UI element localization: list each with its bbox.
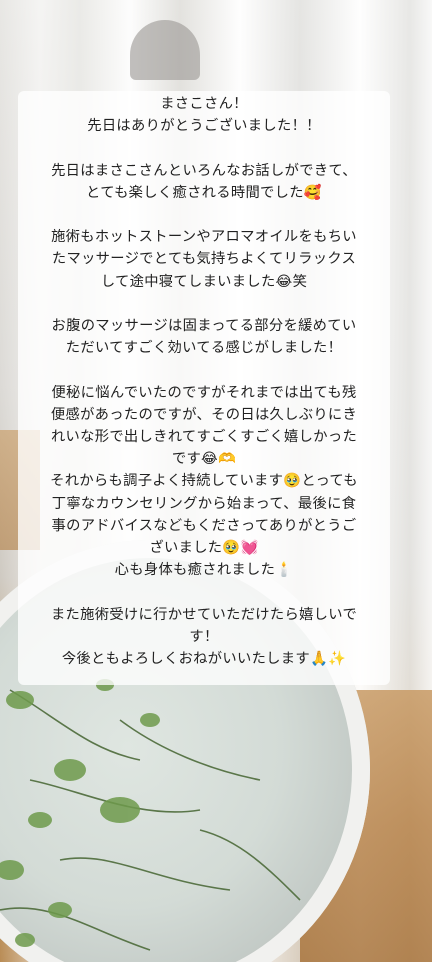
message-line: [24, 581, 384, 603]
message-line: です😂🫶: [171, 451, 237, 468]
message-line: 先日はありがとうございました！！: [87, 118, 321, 135]
message-line: ただいてすごく効いてる感じがしました！: [65, 340, 343, 357]
message-text: まさこさん！ 先日はありがとうございました！！ 先日はまさこさんといろんなお話し…: [18, 93, 390, 670]
message-line: 心も身体も癒されました🕯️: [114, 562, 294, 579]
message-line: 丁寧なカウンセリングから始まって、最後に食: [51, 495, 357, 512]
message-line: たマッサージでとても気持ちよくてリラックス: [51, 251, 357, 268]
message-line: 便感があったのですが、その日は久しぶりにき: [50, 406, 358, 423]
message-line: 今後ともよろしくおねがいいたします🙏✨: [61, 651, 347, 667]
message-line: とても楽しく癒される時間でした🥰: [86, 184, 322, 201]
message-line: す！: [189, 628, 219, 645]
message-line: [24, 137, 384, 159]
message-line: れいな形で出しきれてすごくすごく嬉しかった: [50, 428, 358, 445]
message-line: [24, 204, 384, 226]
message-line: また施術受けに行かせていただけたら嬉しいで: [50, 606, 358, 623]
herbs-in-water: [0, 679, 301, 951]
message-line: お腹のマッサージは固まってる部分を緩めてい: [51, 317, 357, 334]
message-line: して途中寝てしまいました😂笑: [100, 273, 308, 290]
message-line: [24, 293, 384, 315]
message-line: 施術もホットストーンやアロマオイルをもちい: [51, 229, 357, 246]
message-line: 先日はまさこさんといろんなお話しができて、: [51, 162, 357, 179]
message-line: 便秘に悩んでいたのですがそれまでは出ても残: [51, 384, 357, 401]
message-line: 事のアドバイスなどもくださってありがとうご: [51, 517, 357, 534]
message-line: それからも調子よく持続しています🥹とっても: [50, 473, 358, 490]
message-line: ざいました🥹💓: [149, 540, 259, 556]
message-line: まさこさん！: [160, 96, 248, 112]
message-line: [24, 359, 384, 381]
story-image: まさこさん！ 先日はありがとうございました！！ 先日はまさこさんといろんなお話し…: [0, 0, 432, 962]
